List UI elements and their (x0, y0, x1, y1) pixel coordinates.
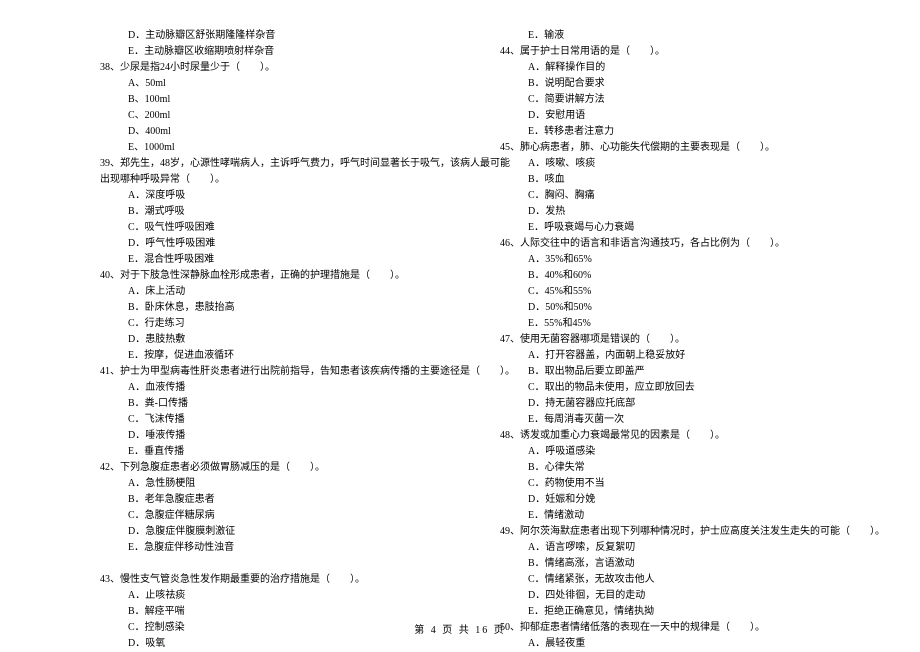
answer-option: A．打开容器盖，内面朝上稳妥放好 (500, 348, 860, 364)
answer-option: E．混合性呼吸困难 (100, 252, 440, 268)
answer-option: E．垂直传播 (100, 444, 440, 460)
answer-option: C．胸闷、胸痛 (500, 188, 860, 204)
question-text: 40、对于下肢急性深静脉血栓形成患者，正确的护理措施是（ ）。 (100, 268, 440, 284)
answer-option: B．情绪高涨，言语激动 (500, 556, 860, 572)
answer-option: C．行走练习 (100, 316, 440, 332)
answer-option: E．呼吸衰竭与心力衰竭 (500, 220, 860, 236)
question-text: 45、肺心病患者，肺、心功能失代偿期的主要表现是（ ）。 (500, 140, 860, 156)
answer-option: A．血液传播 (100, 380, 440, 396)
answer-option: C．飞沫传播 (100, 412, 440, 428)
answer-option: D．呼气性呼吸困难 (100, 236, 440, 252)
answer-option: B．粪-口传播 (100, 396, 440, 412)
answer-option: B．取出物品后要立即盖严 (500, 364, 860, 380)
answer-option: B、100ml (100, 92, 440, 108)
question-text: 42、下列急腹症患者必须做胃肠减压的是（ ）。 (100, 460, 440, 476)
answer-option: B．心律失常 (500, 460, 860, 476)
answer-option: E、1000ml (100, 140, 440, 156)
answer-option: A．语言啰嗦，反复絮叨 (500, 540, 860, 556)
right-column: E．输液44、属于护士日常用语的是（ ）。A．解释操作目的B．说明配合要求C．简… (460, 28, 880, 652)
answer-option: B．卧床休息，患肢抬高 (100, 300, 440, 316)
answer-option: B．解痉平喘 (100, 604, 440, 620)
answer-option: D．50%和50% (500, 300, 860, 316)
left-column: D．主动脉瓣区舒张期隆隆样杂音E．主动脉瓣区收缩期喷射样杂音38、少尿是指24小… (40, 28, 460, 652)
question-text: 出现哪种呼吸异常（ ）。 (100, 172, 440, 188)
page-footer: 第 4 页 共 16 页 (0, 621, 920, 636)
answer-option: B．咳血 (500, 172, 860, 188)
answer-option: C．情绪紧张，无故攻击他人 (500, 572, 860, 588)
answer-option: E．情绪激动 (500, 508, 860, 524)
question-text: 49、阿尔茨海默症患者出现下列哪种情况时，护士应高度关注发生走失的可能（ ）。 (500, 524, 860, 540)
answer-option: E．55%和45% (500, 316, 860, 332)
answer-option: A．床上活动 (100, 284, 440, 300)
question-text: 39、郑先生，48岁，心源性哮喘病人，主诉呼气费力，呼气时间显著长于吸气，该病人… (100, 156, 440, 172)
answer-option: D．四处徘徊，无目的走动 (500, 588, 860, 604)
answer-option: D．主动脉瓣区舒张期隆隆样杂音 (100, 28, 440, 44)
question-text: 44、属于护士日常用语的是（ ）。 (500, 44, 860, 60)
answer-option: C．急腹症伴糖尿病 (100, 508, 440, 524)
answer-option: A．35%和65% (500, 252, 860, 268)
answer-option: C、200ml (100, 108, 440, 124)
answer-option: B．潮式呼吸 (100, 204, 440, 220)
answer-option: C．药物使用不当 (500, 476, 860, 492)
answer-option: A．急性肠梗阻 (100, 476, 440, 492)
answer-option: D．持无菌容器应托底部 (500, 396, 860, 412)
question-text: 48、诱发或加重心力衰竭最常见的因素是（ ）。 (500, 428, 860, 444)
answer-option: B．40%和60% (500, 268, 860, 284)
answer-option: E．按摩，促进血液循环 (100, 348, 440, 364)
answer-option: D．急腹症伴腹膜刺激征 (100, 524, 440, 540)
answer-option: B．说明配合要求 (500, 76, 860, 92)
answer-option: E．主动脉瓣区收缩期喷射样杂音 (100, 44, 440, 60)
answer-option: A．呼吸道感染 (500, 444, 860, 460)
question-text: 47、使用无菌容器哪项是错误的（ ）。 (500, 332, 860, 348)
answer-option: A．深度呼吸 (100, 188, 440, 204)
question-text: 38、少尿是指24小时尿量少于（ ）。 (100, 60, 440, 76)
answer-option: E．转移患者注意力 (500, 124, 860, 140)
answer-option: A、50ml (100, 76, 440, 92)
question-text: 43、慢性支气管炎急性发作期最重要的治疗措施是（ ）。 (100, 572, 440, 588)
answer-option: E．拒绝正确意见，情绪执拗 (500, 604, 860, 620)
answer-option: A．咳嗽、咳痰 (500, 156, 860, 172)
answer-option: E．每周消毒灭菌一次 (500, 412, 860, 428)
answer-option: C．吸气性呼吸困难 (100, 220, 440, 236)
answer-option: A．解释操作目的 (500, 60, 860, 76)
answer-option: B．老年急腹症患者 (100, 492, 440, 508)
question-text: 46、人际交往中的语言和非语言沟通技巧，各占比例为（ ）。 (500, 236, 860, 252)
answer-option: E．输液 (500, 28, 860, 44)
answer-option: D．唾液传播 (100, 428, 440, 444)
answer-option: C．简要讲解方法 (500, 92, 860, 108)
answer-option: D．安慰用语 (500, 108, 860, 124)
answer-option: E．急腹症伴移动性浊音 (100, 540, 440, 556)
answer-option: D．发热 (500, 204, 860, 220)
answer-option: D、400ml (100, 124, 440, 140)
answer-option: D．妊娠和分娩 (500, 492, 860, 508)
answer-option: C．取出的物品未使用，应立即放回去 (500, 380, 860, 396)
answer-option: D．患肢热敷 (100, 332, 440, 348)
question-text: 41、护士为甲型病毒性肝炎患者进行出院前指导，告知患者该疾病传播的主要途径是（ … (100, 364, 440, 380)
text-line (100, 556, 440, 572)
exam-page: D．主动脉瓣区舒张期隆隆样杂音E．主动脉瓣区收缩期喷射样杂音38、少尿是指24小… (0, 28, 920, 652)
answer-option: A．止咳祛痰 (100, 588, 440, 604)
answer-option: C．45%和55% (500, 284, 860, 300)
